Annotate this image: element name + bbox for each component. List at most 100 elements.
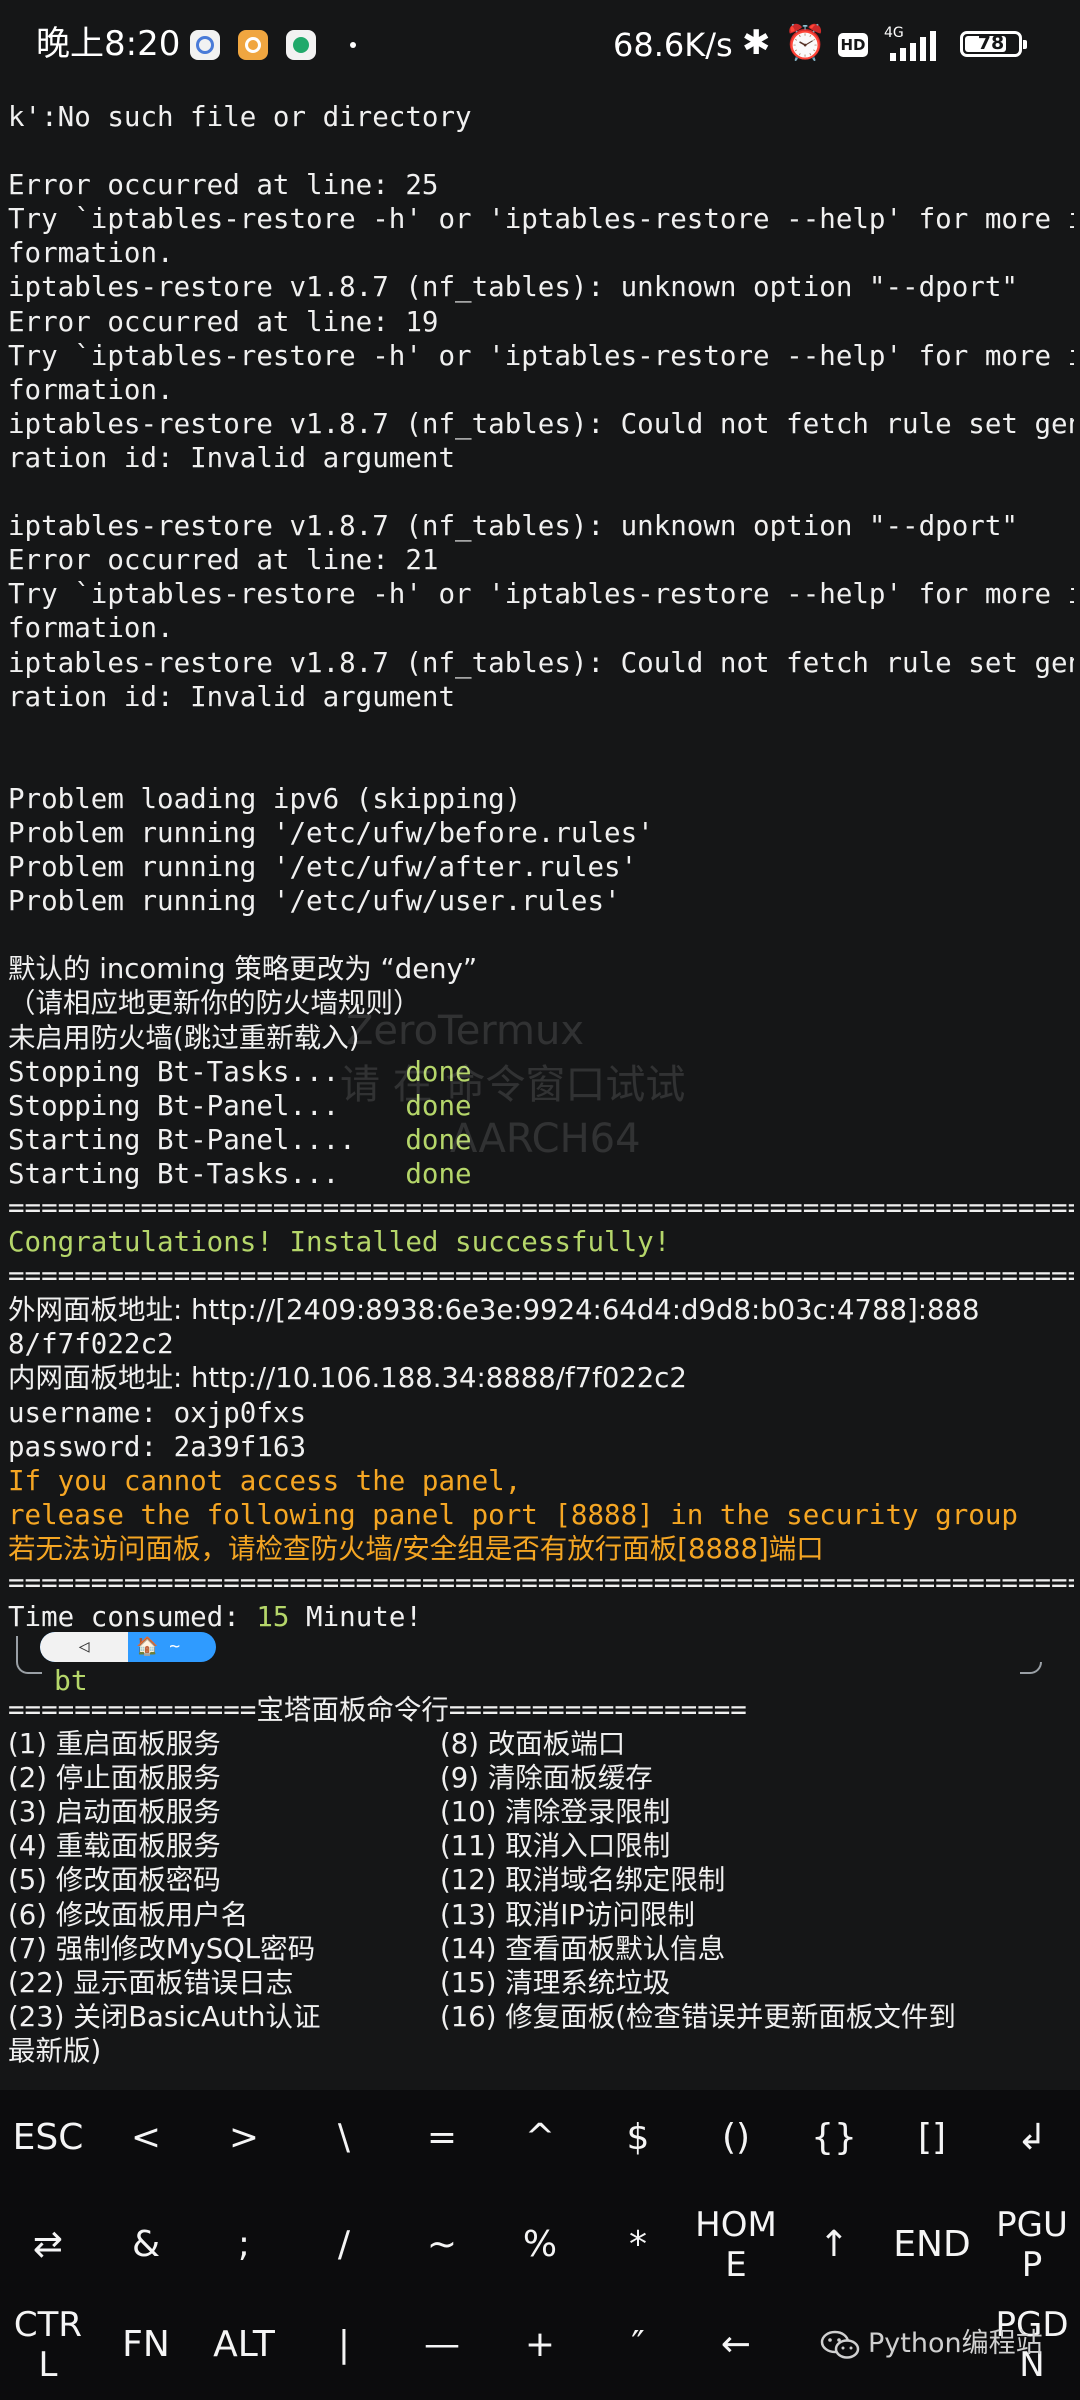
arrow-left-key[interactable]: ← <box>687 2297 785 2393</box>
menu-row: (3) 启动面板服务 (10) 清除登录限制 <box>8 1795 1074 1829</box>
baidu-app-icon <box>190 30 220 60</box>
terminal-line-text: （请相应地更新你的防火墙规则） <box>8 987 421 1020</box>
menu-option: (14) 查看面板默认信息 <box>440 1932 726 1965</box>
menu-option: (2) 停止面板服务 <box>8 1762 221 1795</box>
terminal-line-text: 内网面板地址: http://10.106.188.34:8888/f7f022… <box>8 1362 687 1395</box>
terminal-line-text: Error occurred at line: 25 <box>8 169 439 202</box>
fn-key[interactable]: FN <box>97 2297 195 2393</box>
terminal-line: Error occurred at line: 19 <box>8 305 1074 339</box>
arrow-up-key[interactable]: ↑ <box>785 2197 883 2293</box>
slash-key[interactable]: / <box>295 2197 393 2293</box>
terminal-line: ========================================… <box>8 1191 1074 1225</box>
terminal-line-text: Problem loading ipv6 (skipping) <box>8 782 522 815</box>
terminal-line: k':No such file or directory <box>8 100 1074 134</box>
tab-key[interactable]: ⇄ <box>0 2197 97 2293</box>
terminal-line: username: oxjp0fxs <box>8 1396 1074 1430</box>
terminal-line: Stopping Bt-Tasks... done <box>8 1055 1074 1089</box>
terminal-line: Try `iptables-restore -h' or 'iptables-r… <box>8 202 1074 236</box>
menu-option: (23) 关闭BasicAuth认证 <box>8 2000 321 2033</box>
brackets-key[interactable]: [] <box>883 2090 981 2186</box>
parentheses-key[interactable]: () <box>687 2090 785 2186</box>
quote-key[interactable]: ″ <box>589 2297 687 2393</box>
ampersand-key[interactable]: & <box>97 2197 195 2293</box>
page-up-key[interactable]: PGU P <box>983 2197 1080 2293</box>
hd-voice-icon: HD <box>838 33 868 57</box>
backslash-key[interactable]: \ <box>295 2090 393 2186</box>
menu-option: (22) 显示面板错误日志 <box>8 1966 294 1999</box>
menu-option: (8) 改面板端口 <box>440 1728 626 1761</box>
semicolon-key[interactable]: ; <box>195 2197 293 2293</box>
caret-key[interactable]: ^ <box>491 2090 589 2186</box>
terminal-line-text: 未启用防火墙(跳过重新载入) <box>8 1021 360 1054</box>
terminal-line: Error occurred at line: 21 <box>8 543 1074 577</box>
dollar-key[interactable]: $ <box>589 2090 687 2186</box>
terminal-line-text: Problem running '/etc/ufw/user.rules' <box>8 885 621 918</box>
terminal-line-text: password: 2a39f163 <box>8 1430 307 1463</box>
terminal-line-text: Starting Bt-Tasks... <box>8 1157 406 1190</box>
terminal-line-text: Error occurred at line: 19 <box>8 305 439 338</box>
menu-option: (5) 修改面板密码 <box>8 1864 221 1897</box>
menu-option: (4) 重载面板服务 <box>8 1830 221 1863</box>
asterisk-key[interactable]: * <box>589 2197 687 2293</box>
terminal-output[interactable]: k':No such file or directory Error occurr… <box>8 100 1074 1634</box>
terminal-line-text: ========================================… <box>8 1567 1074 1600</box>
status-bar: 晚上8:20 68.6K/s ✱ ⏰ HD 4G 78 <box>0 0 1080 90</box>
dash-key[interactable]: — <box>393 2297 491 2393</box>
terminal-line-text: ========================================… <box>8 1192 1074 1224</box>
terminal-line-text: release the following panel port [8888] … <box>8 1498 1018 1531</box>
terminal-line-text: Problem running '/etc/ufw/before.rules' <box>8 816 654 849</box>
terminal-line: iptables-restore v1.8.7 (nf_tables): unk… <box>8 509 1074 543</box>
terminal-line-text: iptables-restore v1.8.7 (nf_tables): Cou… <box>8 407 1074 440</box>
terminal-line: If you cannot access the panel, <box>8 1464 1074 1498</box>
terminal-line: Starting Bt-Panel.... done <box>8 1123 1074 1157</box>
plus-key[interactable]: + <box>491 2297 589 2393</box>
battery-icon: 78 <box>960 31 1027 57</box>
terminal-line-text: Problem running '/etc/ufw/after.rules' <box>8 851 638 884</box>
menu-option: (7) 强制修改MySQL密码 <box>8 1932 316 1965</box>
wechat-icon <box>820 2330 860 2359</box>
esc-key[interactable]: ESC <box>0 2090 97 2186</box>
enter-key[interactable]: ↲ <box>983 2090 1080 2186</box>
less-than-key[interactable]: < <box>97 2090 195 2186</box>
menu-option: (6) 修改面板用户名 <box>8 1898 249 1931</box>
status-done-label: done <box>405 1089 472 1122</box>
terminal-line-text: username: oxjp0fxs <box>8 1396 307 1429</box>
tilde-key[interactable]: ~ <box>393 2197 491 2293</box>
terminal-line-text: iptables-restore v1.8.7 (nf_tables): unk… <box>8 271 1018 304</box>
ctrl-key[interactable]: CTR L <box>0 2297 97 2393</box>
terminal-line-text: ration id: Invalid argument <box>8 680 456 713</box>
percent-key[interactable]: % <box>491 2197 589 2293</box>
extra-keys-row: ⇄ &; / ~% * HOM E ↑ END PGU P <box>0 2197 1080 2293</box>
terminal-line-text: Stopping Bt-Panel... <box>8 1089 406 1122</box>
terminal-line: iptables-restore v1.8.7 (nf_tables): unk… <box>8 270 1074 304</box>
terminal-line: 8/f7f022c2 <box>8 1327 1074 1361</box>
terminal-line-text: formation. <box>8 373 174 406</box>
pipe-key[interactable]: | <box>295 2297 393 2393</box>
terminal-line: ration id: Invalid argument <box>8 680 1074 714</box>
equals-key[interactable]: = <box>393 2090 491 2186</box>
terminal-line-text: Error occurred at line: 21 <box>8 544 439 577</box>
home-directory: 🏠 ~ <box>136 1636 181 1657</box>
signal-icon: 4G <box>880 25 950 65</box>
terminal-line: formation. <box>8 236 1074 270</box>
greater-than-key[interactable]: > <box>195 2090 293 2186</box>
battery-level: 78 <box>977 32 1005 54</box>
terminal-line-text: Starting Bt-Panel.... <box>8 1123 406 1156</box>
menu-row: (2) 停止面板服务 (9) 清除面板缓存 <box>8 1761 1074 1795</box>
terminal-line-text: k':No such file or directory <box>8 101 472 133</box>
end-key[interactable]: END <box>883 2197 981 2293</box>
terminal-line: ========================================… <box>8 1259 1074 1293</box>
terminal-line: formation. <box>8 373 1074 407</box>
braces-key[interactable]: {} <box>785 2090 883 2186</box>
terminal-line: Problem running '/etc/ufw/before.rules' <box>8 816 1074 850</box>
terminal-line: 内网面板地址: http://10.106.188.34:8888/f7f022… <box>8 1361 1074 1395</box>
alt-key[interactable]: ALT <box>195 2297 293 2393</box>
terminal-line: Error occurred at line: 25 <box>8 168 1074 202</box>
terminal-line-text: If you cannot access the panel, <box>8 1464 522 1497</box>
home-key[interactable]: HOM E <box>687 2197 785 2293</box>
menu-option: (9) 清除面板缓存 <box>440 1762 653 1795</box>
